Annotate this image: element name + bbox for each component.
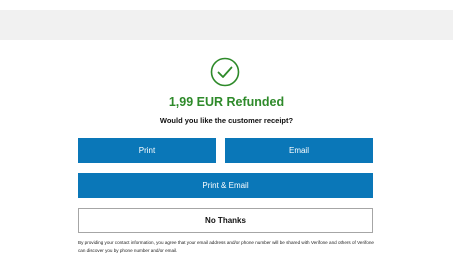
print-button-label: Print [138,146,156,155]
privacy-disclaimer: By providing your contact information, y… [78,240,374,253]
receipt-question: Would you like the customer receipt? [159,116,294,125]
email-button[interactable]: Email [225,138,373,163]
no-thanks-button[interactable]: No Thanks [78,208,373,233]
no-thanks-button-label: No Thanks [205,216,246,225]
refund-status-title: 1,99 EUR Refunded [168,95,285,109]
print-and-email-button-label: Print & Email [202,181,249,190]
checkmark-circle-icon [210,57,240,87]
print-button[interactable]: Print [78,138,216,163]
top-bar [0,10,453,40]
email-button-label: Email [288,146,309,155]
print-and-email-button[interactable]: Print & Email [78,173,373,198]
